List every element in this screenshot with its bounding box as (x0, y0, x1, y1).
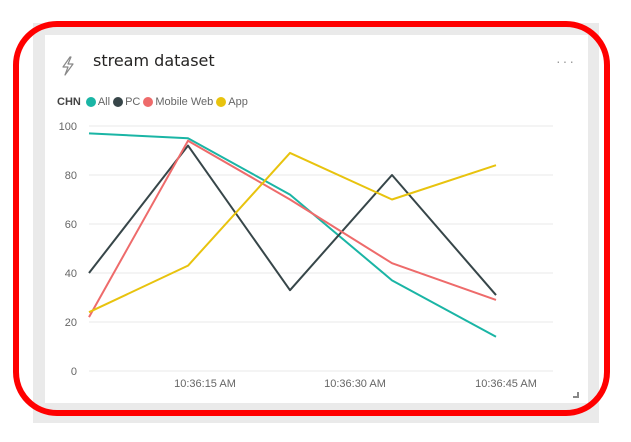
highlight-frame (13, 21, 610, 416)
